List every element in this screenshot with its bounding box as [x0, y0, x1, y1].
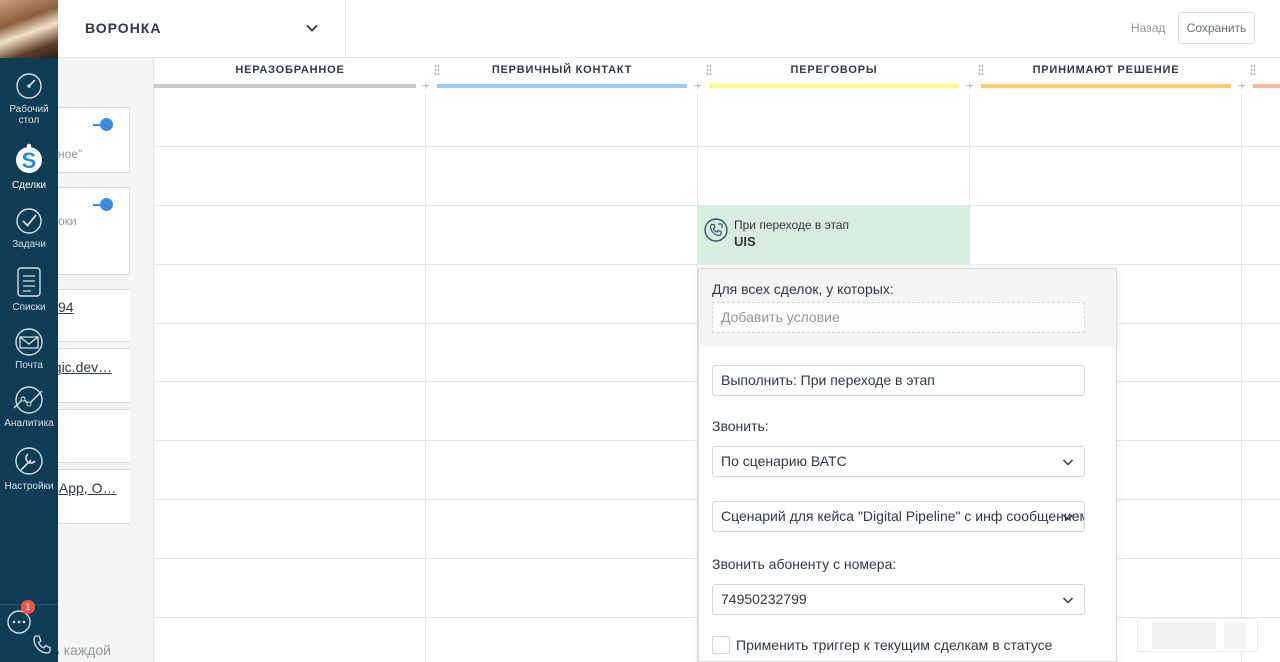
mail-icon	[15, 328, 43, 356]
pipeline-name: ВОРОНКА	[85, 20, 162, 36]
row-divider	[154, 264, 1280, 265]
chevron-down-icon	[1062, 459, 1074, 466]
column-header-first-contact[interactable]: ПЕРВИЧНЫЙ КОНТАКТ	[426, 58, 698, 84]
svg-text:S: S	[22, 148, 37, 173]
trigger-name: UIS	[734, 234, 756, 249]
pipeline-selector[interactable]: ВОРОНКА	[58, 0, 346, 57]
nav-label: Сделки	[11, 180, 47, 191]
widget-placeholder	[1224, 622, 1246, 649]
from-number-select[interactable]: 74950232799	[712, 584, 1085, 615]
account-avatar[interactable]	[0, 0, 58, 58]
trigger-type: При переходе в этап	[734, 218, 849, 232]
trigger-settings-popup: Для всех сделок, у которых: Добавить усл…	[698, 268, 1117, 662]
trigger-cell-uis[interactable]: При переходе в этап UIS	[698, 206, 969, 264]
apply-existing-label: Применить триггер к текущим сделкам в ст…	[736, 637, 1053, 653]
scenario-select[interactable]: Сценарий для кейса "Digital Pipeline" с …	[712, 501, 1085, 532]
trigger-card[interactable]: agic.dev…	[58, 348, 130, 403]
drag-handle-icon[interactable]	[1250, 64, 1256, 76]
call-label: Звонить:	[712, 418, 769, 434]
toggle-knob	[100, 198, 113, 211]
call-mode-select[interactable]: По сценарию ВАТС	[712, 446, 1085, 477]
floating-widget[interactable]	[1137, 618, 1258, 652]
nav-item-analytics[interactable]: Аналитика	[0, 386, 58, 429]
chat-badge: 1	[21, 600, 35, 614]
lists-icon	[17, 267, 41, 297]
settings-icon	[15, 447, 43, 475]
save-button[interactable]: Сохранить	[1178, 12, 1255, 44]
column-header-negotiation[interactable]: ПЕРЕГОВОРЫ	[698, 58, 970, 84]
nav-item-lists[interactable]: Списки	[0, 266, 58, 313]
execute-value: Выполнить: При переходе в этап	[721, 372, 935, 388]
card-text: оки	[58, 214, 77, 228]
nav-label: Списки	[12, 302, 46, 313]
add-stage-icon[interactable]: +	[962, 78, 978, 94]
trigger-card[interactable]	[58, 409, 130, 463]
nav-label: стол	[18, 115, 40, 126]
call-mode-value: По сценарию ВАТС	[721, 453, 847, 469]
nav-item-tasks[interactable]: Задачи	[0, 207, 58, 250]
nav-label: Рабочий	[9, 104, 49, 115]
scenario-value: Сценарий для кейса "Digital Pipeline" с …	[721, 508, 1085, 524]
chevron-down-icon	[1062, 514, 1074, 521]
drag-handle-icon[interactable]	[706, 64, 712, 76]
back-link[interactable]: Назад	[1131, 21, 1165, 35]
chevron-down-icon	[306, 24, 318, 32]
nav-label: Задачи	[12, 239, 46, 250]
column-header-decision[interactable]: ПРИНИМАЮТ РЕШЕНИЕ	[970, 58, 1242, 84]
execute-select[interactable]: Выполнить: При переходе в этап	[712, 365, 1085, 396]
nav-item-leads[interactable]: S Сделки	[0, 142, 58, 191]
conditions-section: Для всех сделок, у которых: Добавить усл…	[699, 269, 1116, 347]
triggers-side-panel: ное" оки 94 agic.dev… tsApp, O… ть каждо…	[58, 58, 154, 662]
trigger-card[interactable]: 94	[58, 289, 130, 342]
trigger-card[interactable]: ное"	[58, 107, 130, 173]
column-color-bar	[709, 84, 959, 88]
drag-handle-icon[interactable]	[978, 64, 984, 76]
leads-icon: S	[16, 143, 42, 173]
trigger-card[interactable]: tsApp, O…	[58, 469, 130, 524]
phone-icon	[33, 635, 51, 654]
apply-existing-checkbox[interactable]	[712, 636, 730, 654]
nav-item-dashboard[interactable]: Рабочий стол	[0, 72, 58, 126]
column-color-bar	[154, 84, 416, 88]
tasks-icon	[16, 208, 42, 234]
column-divider	[1241, 88, 1242, 662]
nav-item-settings[interactable]: Настройки	[0, 445, 58, 492]
page-header: ВОРОНКА Назад Сохранить	[58, 0, 1280, 58]
nav-label: Почта	[15, 360, 43, 371]
nav-label: Настройки	[4, 481, 54, 492]
from-number-label: Звонить абоненту с номера:	[712, 556, 897, 572]
conditions-label: Для всех сделок, у которых:	[712, 281, 894, 297]
nav-label: Аналитика	[4, 418, 54, 429]
chevron-down-icon	[1062, 597, 1074, 604]
card-link[interactable]: tsApp, O…	[58, 480, 116, 496]
toggle-knob	[100, 118, 113, 131]
trigger-card[interactable]: оки	[58, 187, 130, 275]
phone-call-icon	[704, 218, 728, 242]
widget-placeholder	[1152, 622, 1216, 649]
add-stage-icon[interactable]: +	[690, 78, 706, 94]
main-nav: Рабочий стол S Сделки Задачи Списки Почт…	[0, 0, 58, 662]
column-header-unsorted[interactable]: НЕРАЗОБРАННОЕ	[154, 58, 426, 84]
column-color-bar	[437, 84, 687, 88]
analytics-icon	[13, 386, 43, 414]
card-link[interactable]: 94	[58, 299, 74, 315]
column-divider	[425, 88, 426, 662]
drag-handle-icon[interactable]	[434, 64, 440, 76]
add-condition-button[interactable]: Добавить условие	[712, 302, 1085, 333]
card-text: ное"	[58, 147, 83, 161]
column-color-bar	[981, 84, 1231, 88]
from-number-value: 74950232799	[721, 591, 807, 607]
row-divider	[154, 146, 1280, 147]
dashboard-icon	[16, 73, 42, 99]
card-link[interactable]: agic.dev…	[58, 359, 112, 375]
panel-footer-text: ть каждой	[58, 642, 111, 658]
add-stage-icon[interactable]: +	[418, 78, 434, 94]
add-stage-icon[interactable]: +	[1234, 78, 1250, 94]
nav-item-mail[interactable]: Почта	[0, 328, 58, 371]
column-color-bar	[1253, 84, 1280, 88]
